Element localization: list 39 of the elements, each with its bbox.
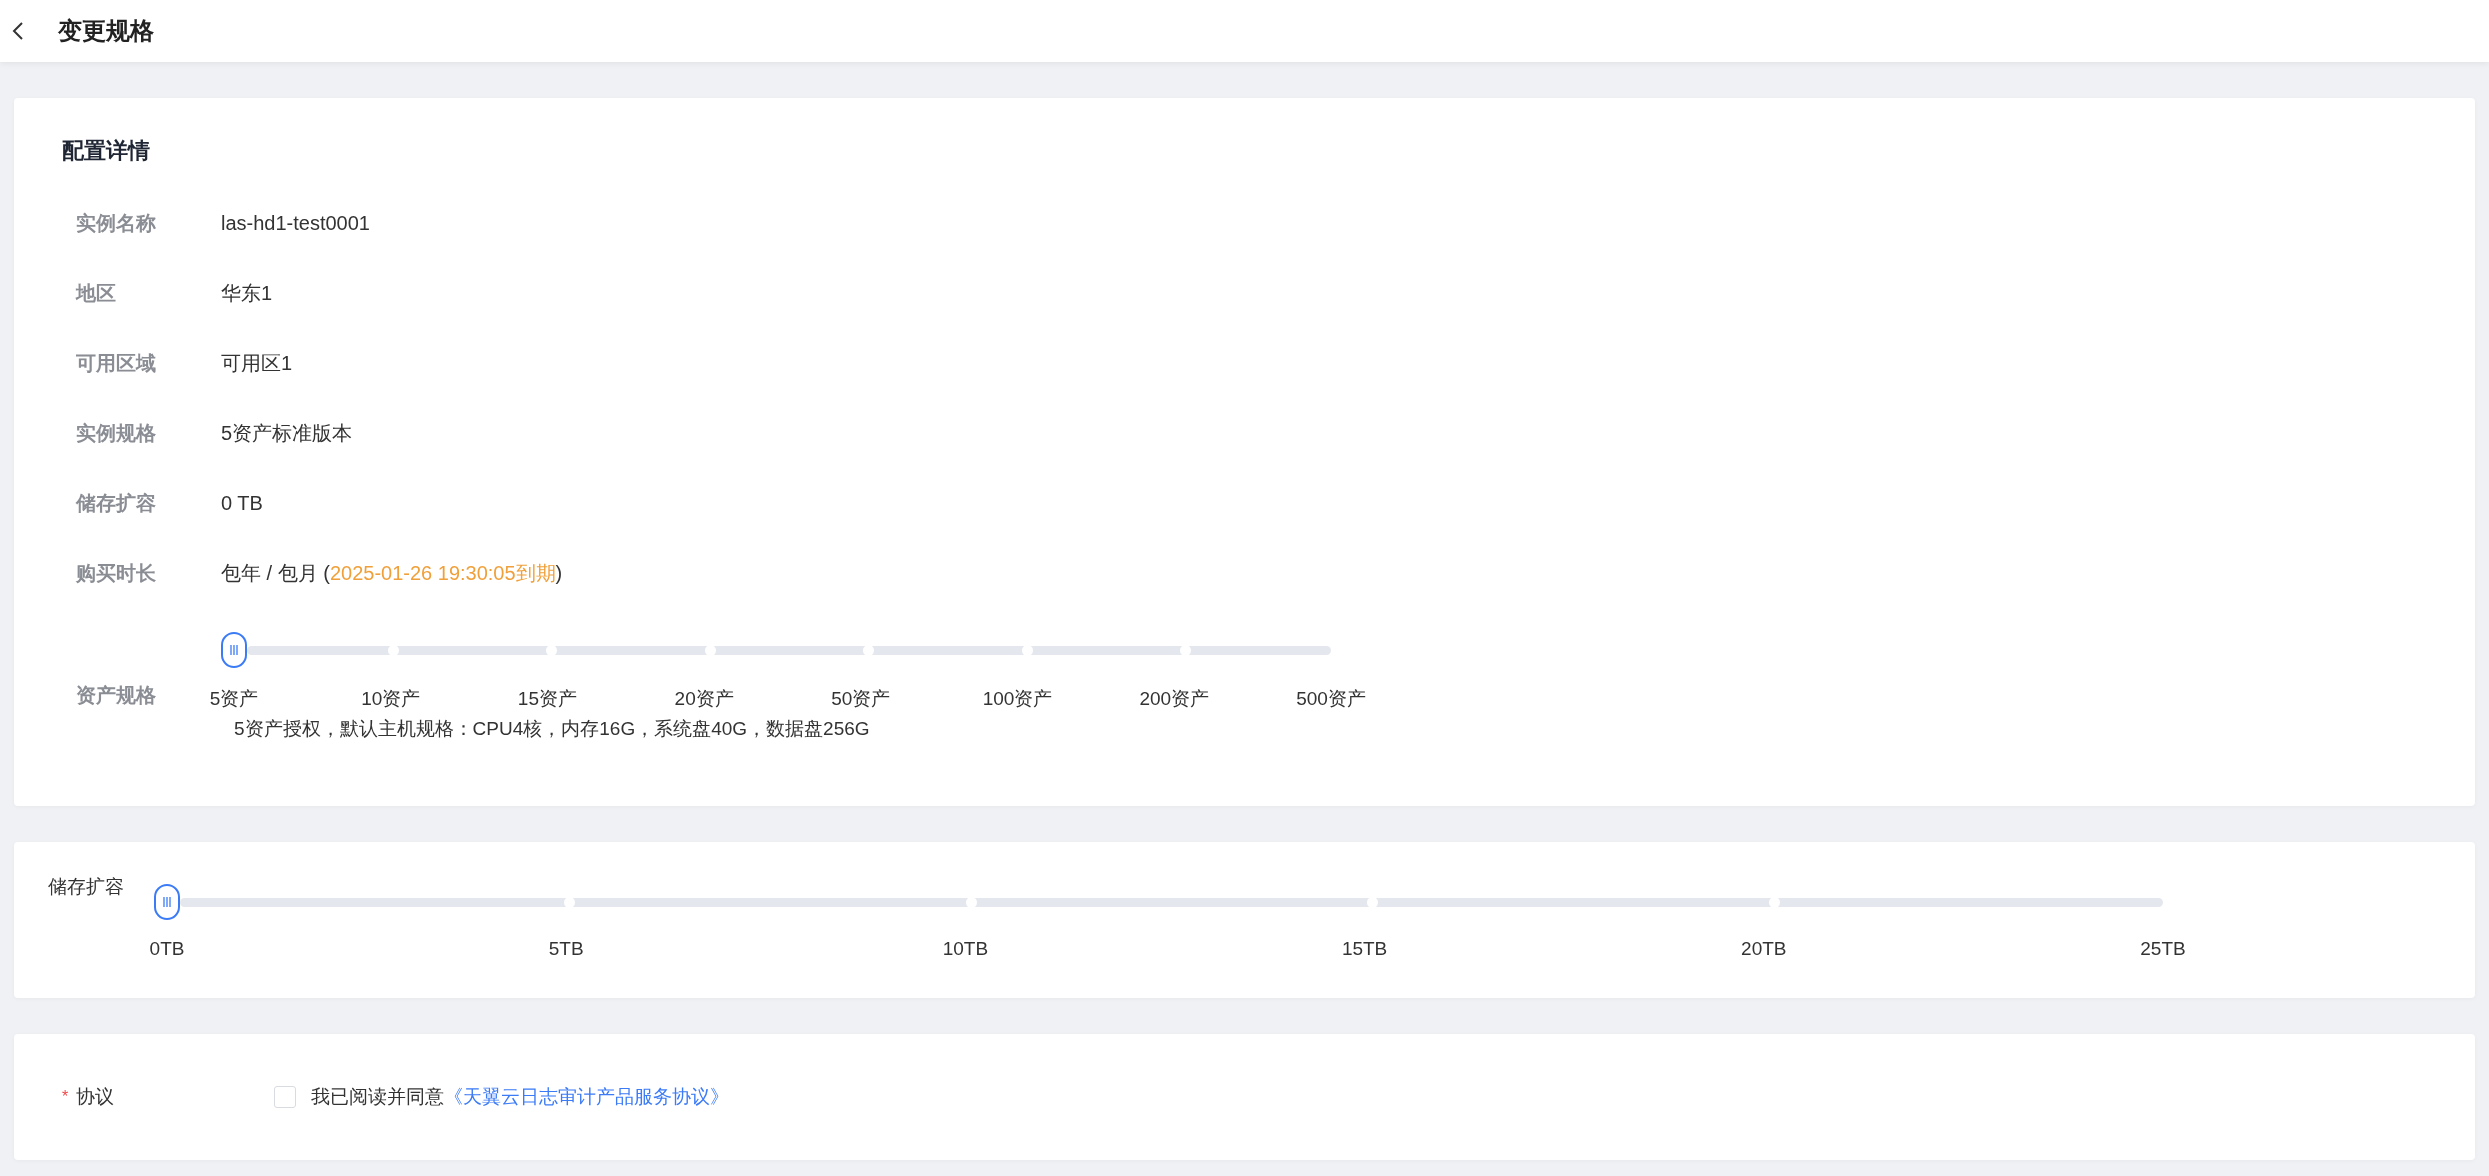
- slider-label: 10TB: [942, 938, 989, 960]
- agreement-text: 我已阅读并同意: [311, 1085, 444, 1109]
- slider-label: 20资产: [674, 687, 734, 711]
- slider-label: 5资产: [209, 687, 259, 711]
- field-label: 实例名称: [76, 210, 156, 236]
- field-label: 储存扩容: [48, 875, 124, 899]
- field-label: 储存扩容: [76, 490, 156, 516]
- field-label: 可用区域: [76, 350, 156, 376]
- agreement-checkbox[interactable]: [274, 1086, 296, 1108]
- slider-label: 200资产: [1139, 687, 1210, 711]
- slider-label: 500资产: [1296, 687, 1366, 711]
- slider-label: 0TB: [149, 938, 185, 960]
- section-title: 配置详情: [62, 137, 151, 165]
- required-mark: *: [62, 1088, 69, 1106]
- page-title: 变更规格: [58, 16, 154, 46]
- slider-label: 10资产: [361, 687, 421, 711]
- slider-label: 15资产: [517, 687, 577, 711]
- slider-handle[interactable]: [221, 632, 247, 668]
- back-icon[interactable]: [12, 21, 26, 41]
- field-label: 协议: [76, 1085, 115, 1109]
- slider-label: 100资产: [982, 687, 1053, 711]
- slider-handle[interactable]: [154, 884, 180, 920]
- field-value: 可用区1: [221, 350, 293, 376]
- agreement-link[interactable]: 《天翼云日志审计产品服务协议》: [444, 1084, 729, 1110]
- slider-label: 25TB: [2140, 938, 2186, 960]
- field-value: 包年 / 包月 (2025-01-26 19:30:05到期): [221, 560, 563, 586]
- slider-label: 5TB: [548, 938, 584, 960]
- spec-note: 5资产授权，默认主机规格：CPU4核，内存16G，系统盘40G，数据盘256G: [234, 717, 871, 741]
- slider-label: 50资产: [831, 687, 891, 711]
- slider-label: 15TB: [1341, 938, 1388, 960]
- field-label: 购买时长: [76, 560, 156, 586]
- slider-label: 20TB: [1741, 938, 1787, 960]
- field-value: 华东1: [221, 280, 273, 306]
- field-value: 0 TB: [221, 491, 263, 515]
- field-label: 地区: [76, 280, 116, 306]
- field-label: 资产规格: [76, 683, 156, 708]
- field-label: 实例规格: [76, 420, 156, 446]
- field-value: 5资产标准版本: [221, 420, 353, 446]
- field-value: las-hd1-test0001: [221, 211, 370, 235]
